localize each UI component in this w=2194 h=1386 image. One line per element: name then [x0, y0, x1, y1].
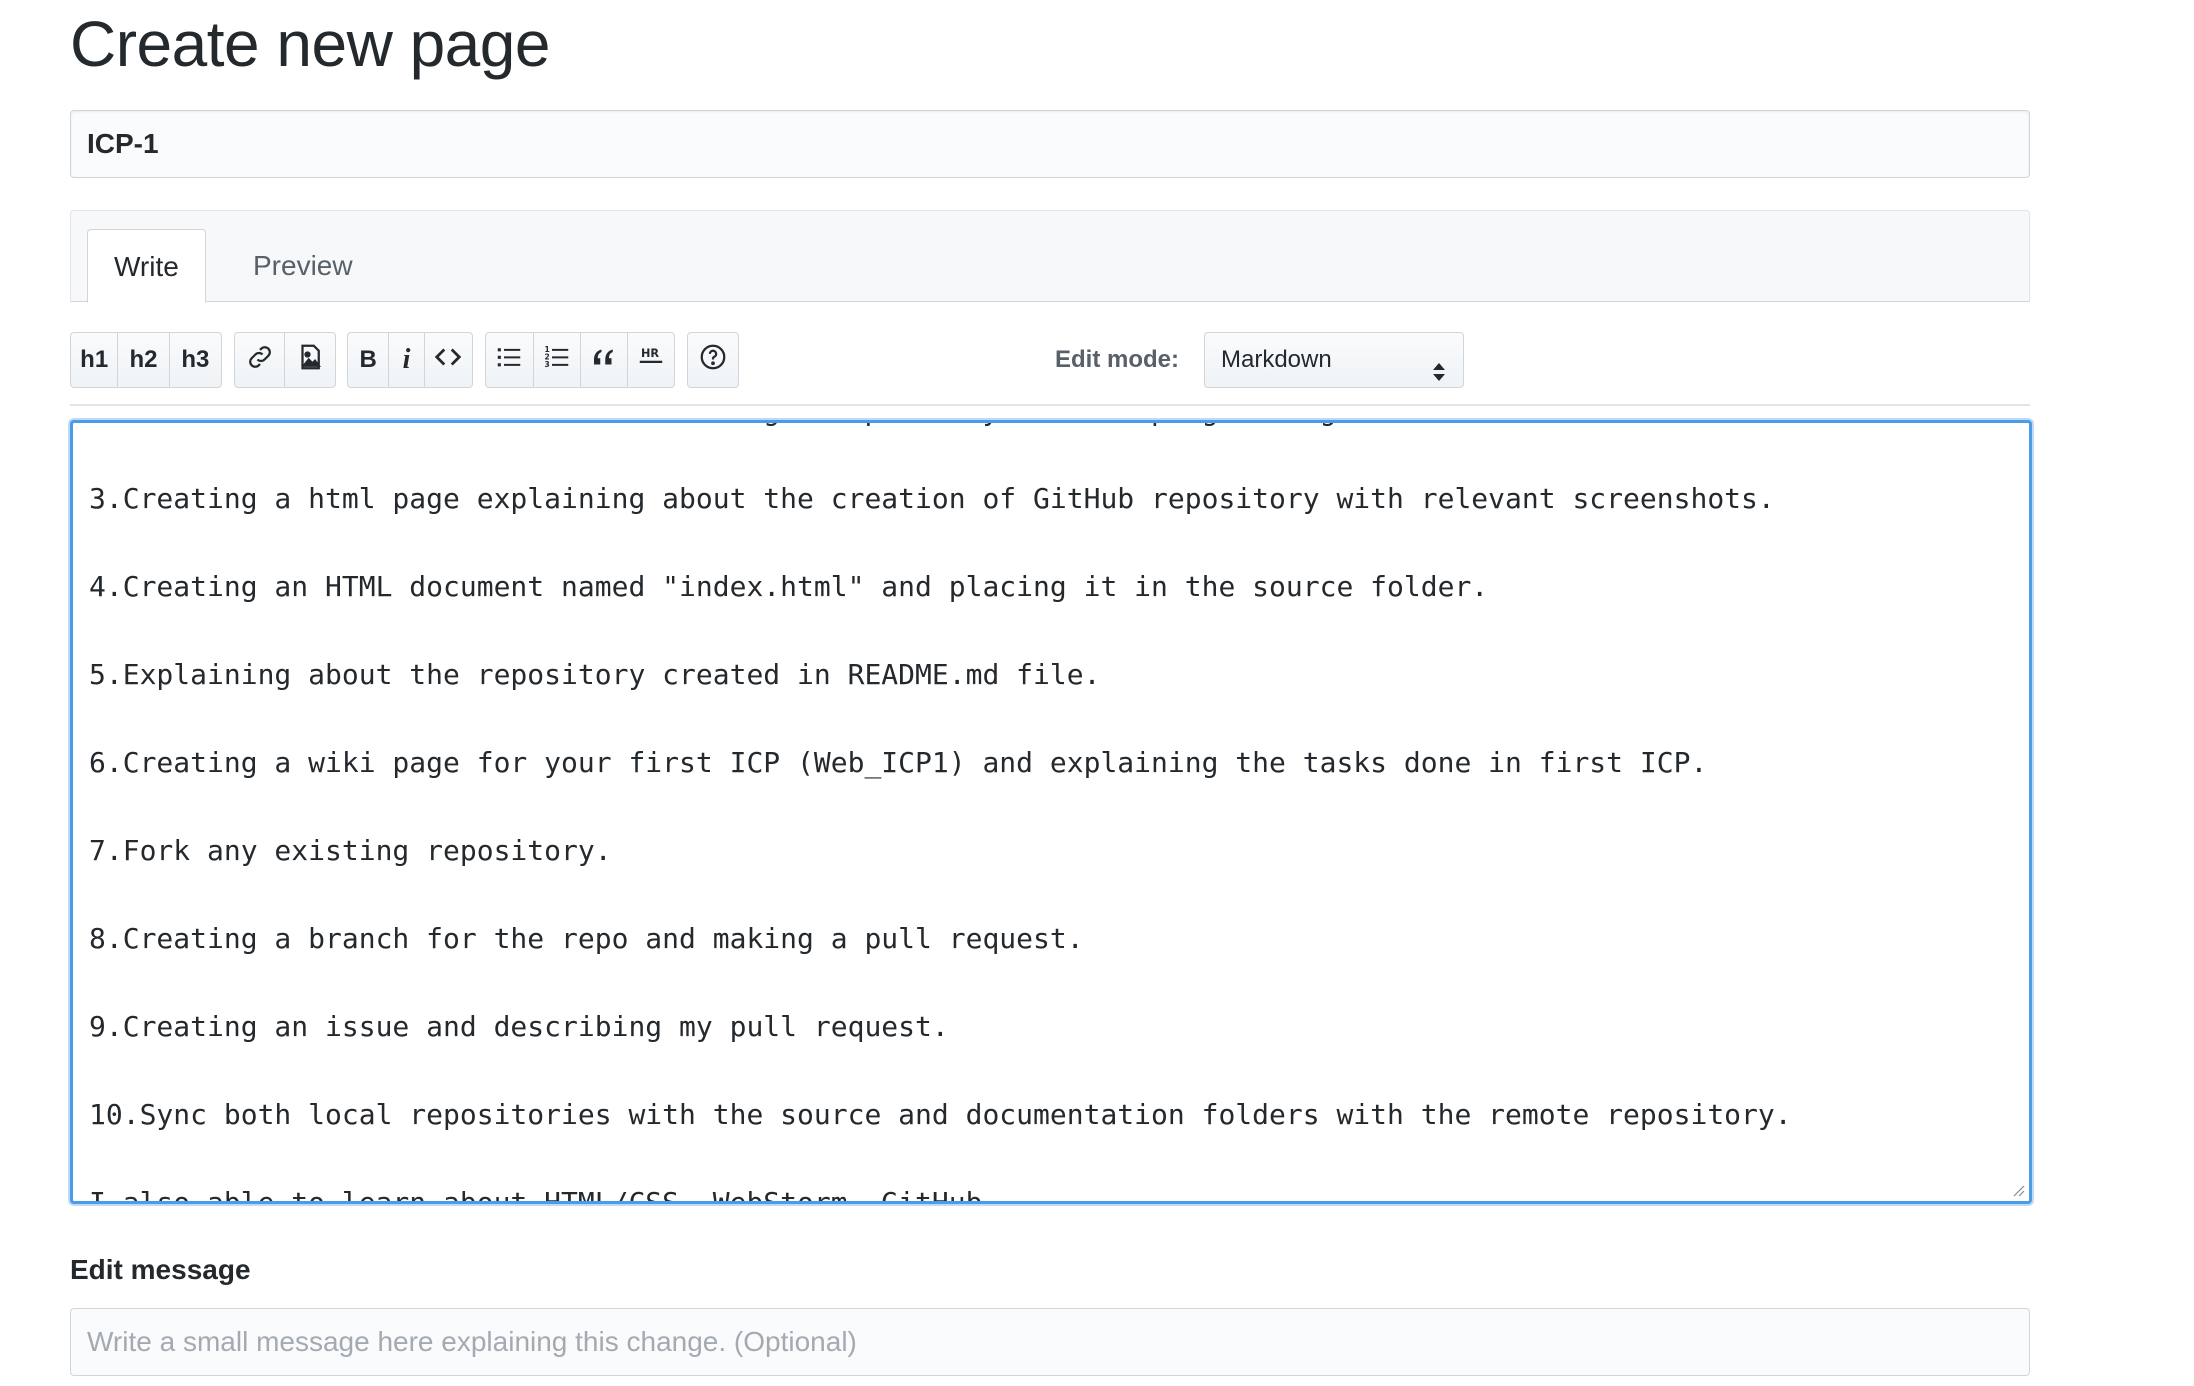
horizontal-rule-button[interactable]: HR — [628, 333, 674, 387]
editor-tab-header: Write Preview — [70, 210, 2030, 303]
help-icon — [698, 342, 728, 379]
edit-mode-value: Markdown — [1221, 346, 1332, 373]
markdown-toolbar: h1 h2 h3 B i 1 2 3 HR Edit mode: Markdow… — [70, 332, 2030, 406]
unordered-list-icon — [494, 342, 524, 379]
h2-button[interactable]: h2 — [118, 333, 170, 387]
bold-button[interactable]: B — [348, 333, 390, 387]
svg-text:HR: HR — [641, 347, 659, 360]
editor-line: 9.Creating an issue and describing my pu… — [89, 1010, 949, 1043]
tab-write[interactable]: Write — [87, 228, 206, 303]
italic-label: i — [402, 344, 411, 375]
quote-icon — [589, 342, 619, 379]
page-scroll-gutter — [2176, 0, 2194, 1386]
unordered-list-button[interactable] — [486, 333, 534, 387]
ordered-list-button[interactable]: 1 2 3 — [534, 333, 581, 387]
italic-button[interactable]: i — [389, 333, 425, 387]
editor-line: I also able to learn about HTML/CSS, Web… — [89, 1186, 1000, 1204]
page-title-input[interactable] — [70, 110, 2030, 178]
toolbar-divider — [70, 404, 2030, 406]
svg-text:3: 3 — [544, 360, 549, 369]
link-icon — [245, 342, 275, 379]
edit-mode-label: Edit mode: — [1055, 346, 1179, 373]
editor-content: 2.Creation of Github account and creatin… — [89, 423, 2013, 1204]
tab-preview[interactable]: Preview — [211, 229, 395, 303]
ordered-list-icon: 1 2 3 — [542, 342, 572, 379]
create-page-form: Create new page Write Preview h1 h2 h3 — [0, 0, 2194, 1386]
editor-line: 3.Creating a html page explaining about … — [89, 482, 1775, 515]
link-button[interactable] — [235, 333, 286, 387]
code-icon — [433, 342, 463, 379]
edit-mode-select[interactable]: Markdown — [1204, 332, 1464, 388]
help-button[interactable] — [688, 333, 738, 387]
editor-line: 4.Creating an HTML document named "index… — [89, 570, 1489, 603]
page-title: Create new page — [70, 8, 550, 80]
insert-button-group — [234, 332, 336, 388]
editor-line: 6.Creating a wiki page for your first IC… — [89, 746, 1708, 779]
edit-message-input[interactable] — [70, 1308, 2030, 1376]
format-button-group: B i — [347, 332, 473, 388]
code-button[interactable] — [425, 333, 472, 387]
markdown-editor[interactable]: 2.Creation of Github account and creatin… — [70, 420, 2032, 1204]
quote-button[interactable] — [581, 333, 628, 387]
select-arrows-icon — [1431, 349, 1447, 381]
editor-line: 7.Fork any existing repository. — [89, 834, 612, 867]
resize-handle-icon[interactable] — [2011, 1183, 2025, 1197]
horizontal-rule-icon: HR — [636, 342, 666, 379]
image-button[interactable] — [285, 333, 335, 387]
edit-message-label: Edit message — [70, 1254, 251, 1285]
heading-button-group: h1 h2 h3 — [70, 332, 222, 388]
editor-line: 10.Sync both local repositories with the… — [89, 1098, 1792, 1131]
editor-line: 8.Creating a branch for the repo and mak… — [89, 922, 1084, 955]
h1-button[interactable]: h1 — [71, 333, 119, 387]
image-icon — [295, 342, 325, 379]
help-button-group — [687, 332, 739, 388]
block-button-group: 1 2 3 HR — [485, 332, 675, 388]
h3-button[interactable]: h3 — [170, 333, 221, 387]
editor-line: 2.Creation of Github account and creatin… — [89, 423, 2013, 455]
editor-line: 5.Explaining about the repository create… — [89, 658, 1101, 691]
